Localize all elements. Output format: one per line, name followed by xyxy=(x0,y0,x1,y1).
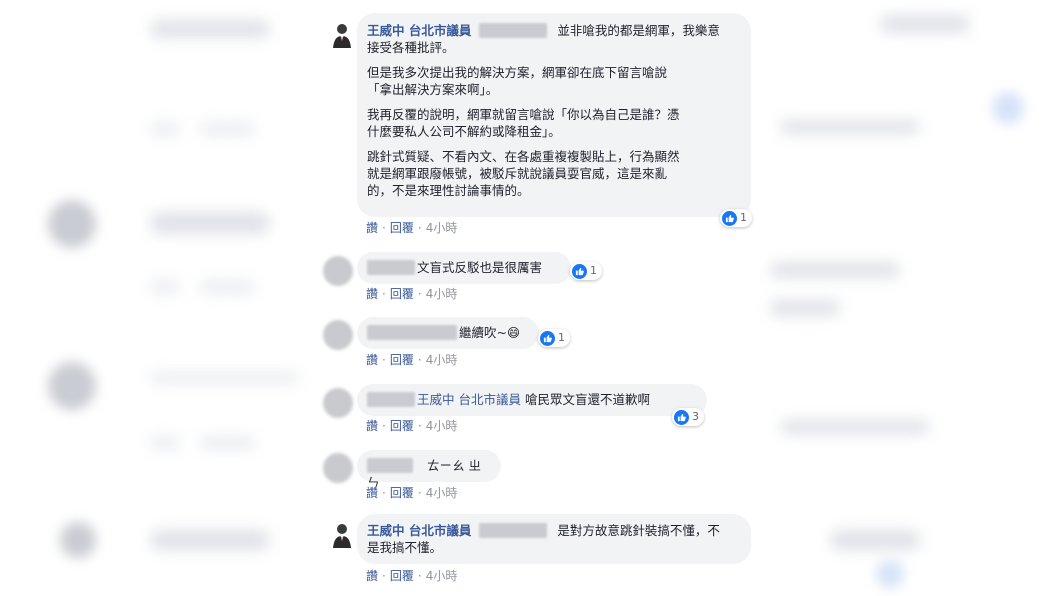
comment-actions: 讚 · 回覆 · 4小時 xyxy=(366,221,458,235)
mention-link[interactable]: 王威中 台北市議員 xyxy=(417,392,521,407)
reply-link[interactable]: 回覆 xyxy=(390,486,414,500)
commenter-avatar[interactable] xyxy=(323,320,353,350)
comment-text: 就是網軍跟廢帳號，被駁斥就說議員耍官威，這是來亂 xyxy=(367,166,668,181)
comment-timestamp[interactable]: 4小時 xyxy=(426,569,458,583)
redacted-name xyxy=(367,392,415,407)
commenter-avatar[interactable] xyxy=(323,256,353,286)
comment-text: 「拿出解決方案來啊」。 xyxy=(367,82,499,97)
reply-link[interactable]: 回覆 xyxy=(390,287,414,301)
reaction-count: 3 xyxy=(692,410,699,423)
redacted-name xyxy=(367,325,457,340)
reaction-count: 1 xyxy=(590,264,597,277)
like-link[interactable]: 讚 xyxy=(366,486,378,500)
reaction-count: 1 xyxy=(740,211,747,224)
comment-bubble: 文盲式反駁也是很厲害 xyxy=(357,252,571,284)
reaction-badge[interactable]: 1 xyxy=(720,209,752,227)
reaction-badge[interactable]: 1 xyxy=(538,329,570,347)
like-link[interactable]: 讚 xyxy=(366,287,378,301)
redacted-name xyxy=(479,523,548,538)
like-icon xyxy=(572,263,587,279)
like-link[interactable]: 讚 xyxy=(366,569,378,583)
reaction-count: 1 xyxy=(558,331,565,344)
comment-text: 繼續吹~😄 xyxy=(459,325,521,340)
comment-bubble: 王威中 台北市議員 並非嗆我的都是網軍，我樂意 接受各種批評。 但是我多次提出我… xyxy=(357,13,751,217)
like-icon xyxy=(674,409,689,425)
reply-link[interactable]: 回覆 xyxy=(390,569,414,583)
comment-text: 並非嗆我的都是網軍，我樂意 xyxy=(557,23,720,38)
comment-actions: 讚 · 回覆 · 4小時 xyxy=(366,287,458,301)
like-link[interactable]: 讚 xyxy=(366,221,378,235)
comment-actions: 讚 · 回覆 · 4小時 xyxy=(366,486,458,500)
comment-timestamp[interactable]: 4小時 xyxy=(426,419,458,433)
comment-author[interactable]: 王威中 台北市議員 xyxy=(367,23,471,38)
comment-bubble: ㄊㄧㄠ ㄓㄣ xyxy=(357,450,501,490)
comment-timestamp[interactable]: 4小時 xyxy=(426,287,458,301)
comment-bubble: 王威中 台北市議員 嗆民眾文盲還不道歉啊 xyxy=(357,384,707,416)
reaction-badge[interactable]: 3 xyxy=(672,408,704,426)
like-link[interactable]: 讚 xyxy=(366,353,378,367)
redacted-name xyxy=(367,458,413,473)
comment-timestamp[interactable]: 4小時 xyxy=(426,486,458,500)
comment-actions: 讚 · 回覆 · 4小時 xyxy=(366,569,458,583)
comment-thread: 王威中 台北市議員 並非嗆我的都是網軍，我樂意 接受各種批評。 但是我多次提出我… xyxy=(0,0,1060,596)
comment-text: 嗆民眾文盲還不道歉啊 xyxy=(524,392,650,407)
like-icon xyxy=(540,330,555,346)
comment-text: 文盲式反駁也是很厲害 xyxy=(417,260,543,275)
comment-bubble: 王威中 台北市議員 是對方故意跳針裝搞不懂，不 是我搞不懂。 xyxy=(357,514,751,564)
comment-text: 但是我多次提出我的解決方案，網軍卻在底下留言嗆說 xyxy=(367,65,668,80)
comment-text: 跳針式質疑、不看內文、在各處重複複製貼上，行為顯然 xyxy=(367,149,680,164)
comment-timestamp[interactable]: 4小時 xyxy=(426,353,458,367)
reaction-badge[interactable]: 1 xyxy=(570,262,602,280)
comment-text: 什麼要私人公司不解約或降租金」。 xyxy=(367,124,561,139)
comment-text: 的，不是來理性討論事情的。 xyxy=(367,183,530,198)
councilor-avatar[interactable] xyxy=(327,520,357,550)
comment-text: 我再反覆的說明，網軍就留言嗆說「你以為自己是誰？憑 xyxy=(367,107,680,122)
comment-text: 接受各種批評。 xyxy=(367,40,455,55)
comment-actions: 讚 · 回覆 · 4小時 xyxy=(366,419,458,433)
comment-bubble: 繼續吹~😄 xyxy=(357,317,539,349)
commenter-avatar[interactable] xyxy=(323,388,353,418)
commenter-avatar[interactable] xyxy=(323,453,353,483)
comment-text: 是對方故意跳針裝搞不懂，不 xyxy=(557,523,720,538)
like-icon xyxy=(722,210,737,226)
reply-link[interactable]: 回覆 xyxy=(390,353,414,367)
redacted-name xyxy=(367,260,415,275)
comment-author[interactable]: 王威中 台北市議員 xyxy=(367,523,471,538)
reply-link[interactable]: 回覆 xyxy=(390,419,414,433)
councilor-avatar[interactable] xyxy=(327,20,357,50)
comment-actions: 讚 · 回覆 · 4小時 xyxy=(366,353,458,367)
redacted-name xyxy=(479,23,548,38)
person-in-suit-icon xyxy=(333,524,351,548)
reply-link[interactable]: 回覆 xyxy=(390,221,414,235)
person-in-suit-icon xyxy=(333,24,351,48)
comment-timestamp[interactable]: 4小時 xyxy=(426,221,458,235)
comment-text: 是我搞不懂。 xyxy=(367,540,443,555)
like-link[interactable]: 讚 xyxy=(366,419,378,433)
